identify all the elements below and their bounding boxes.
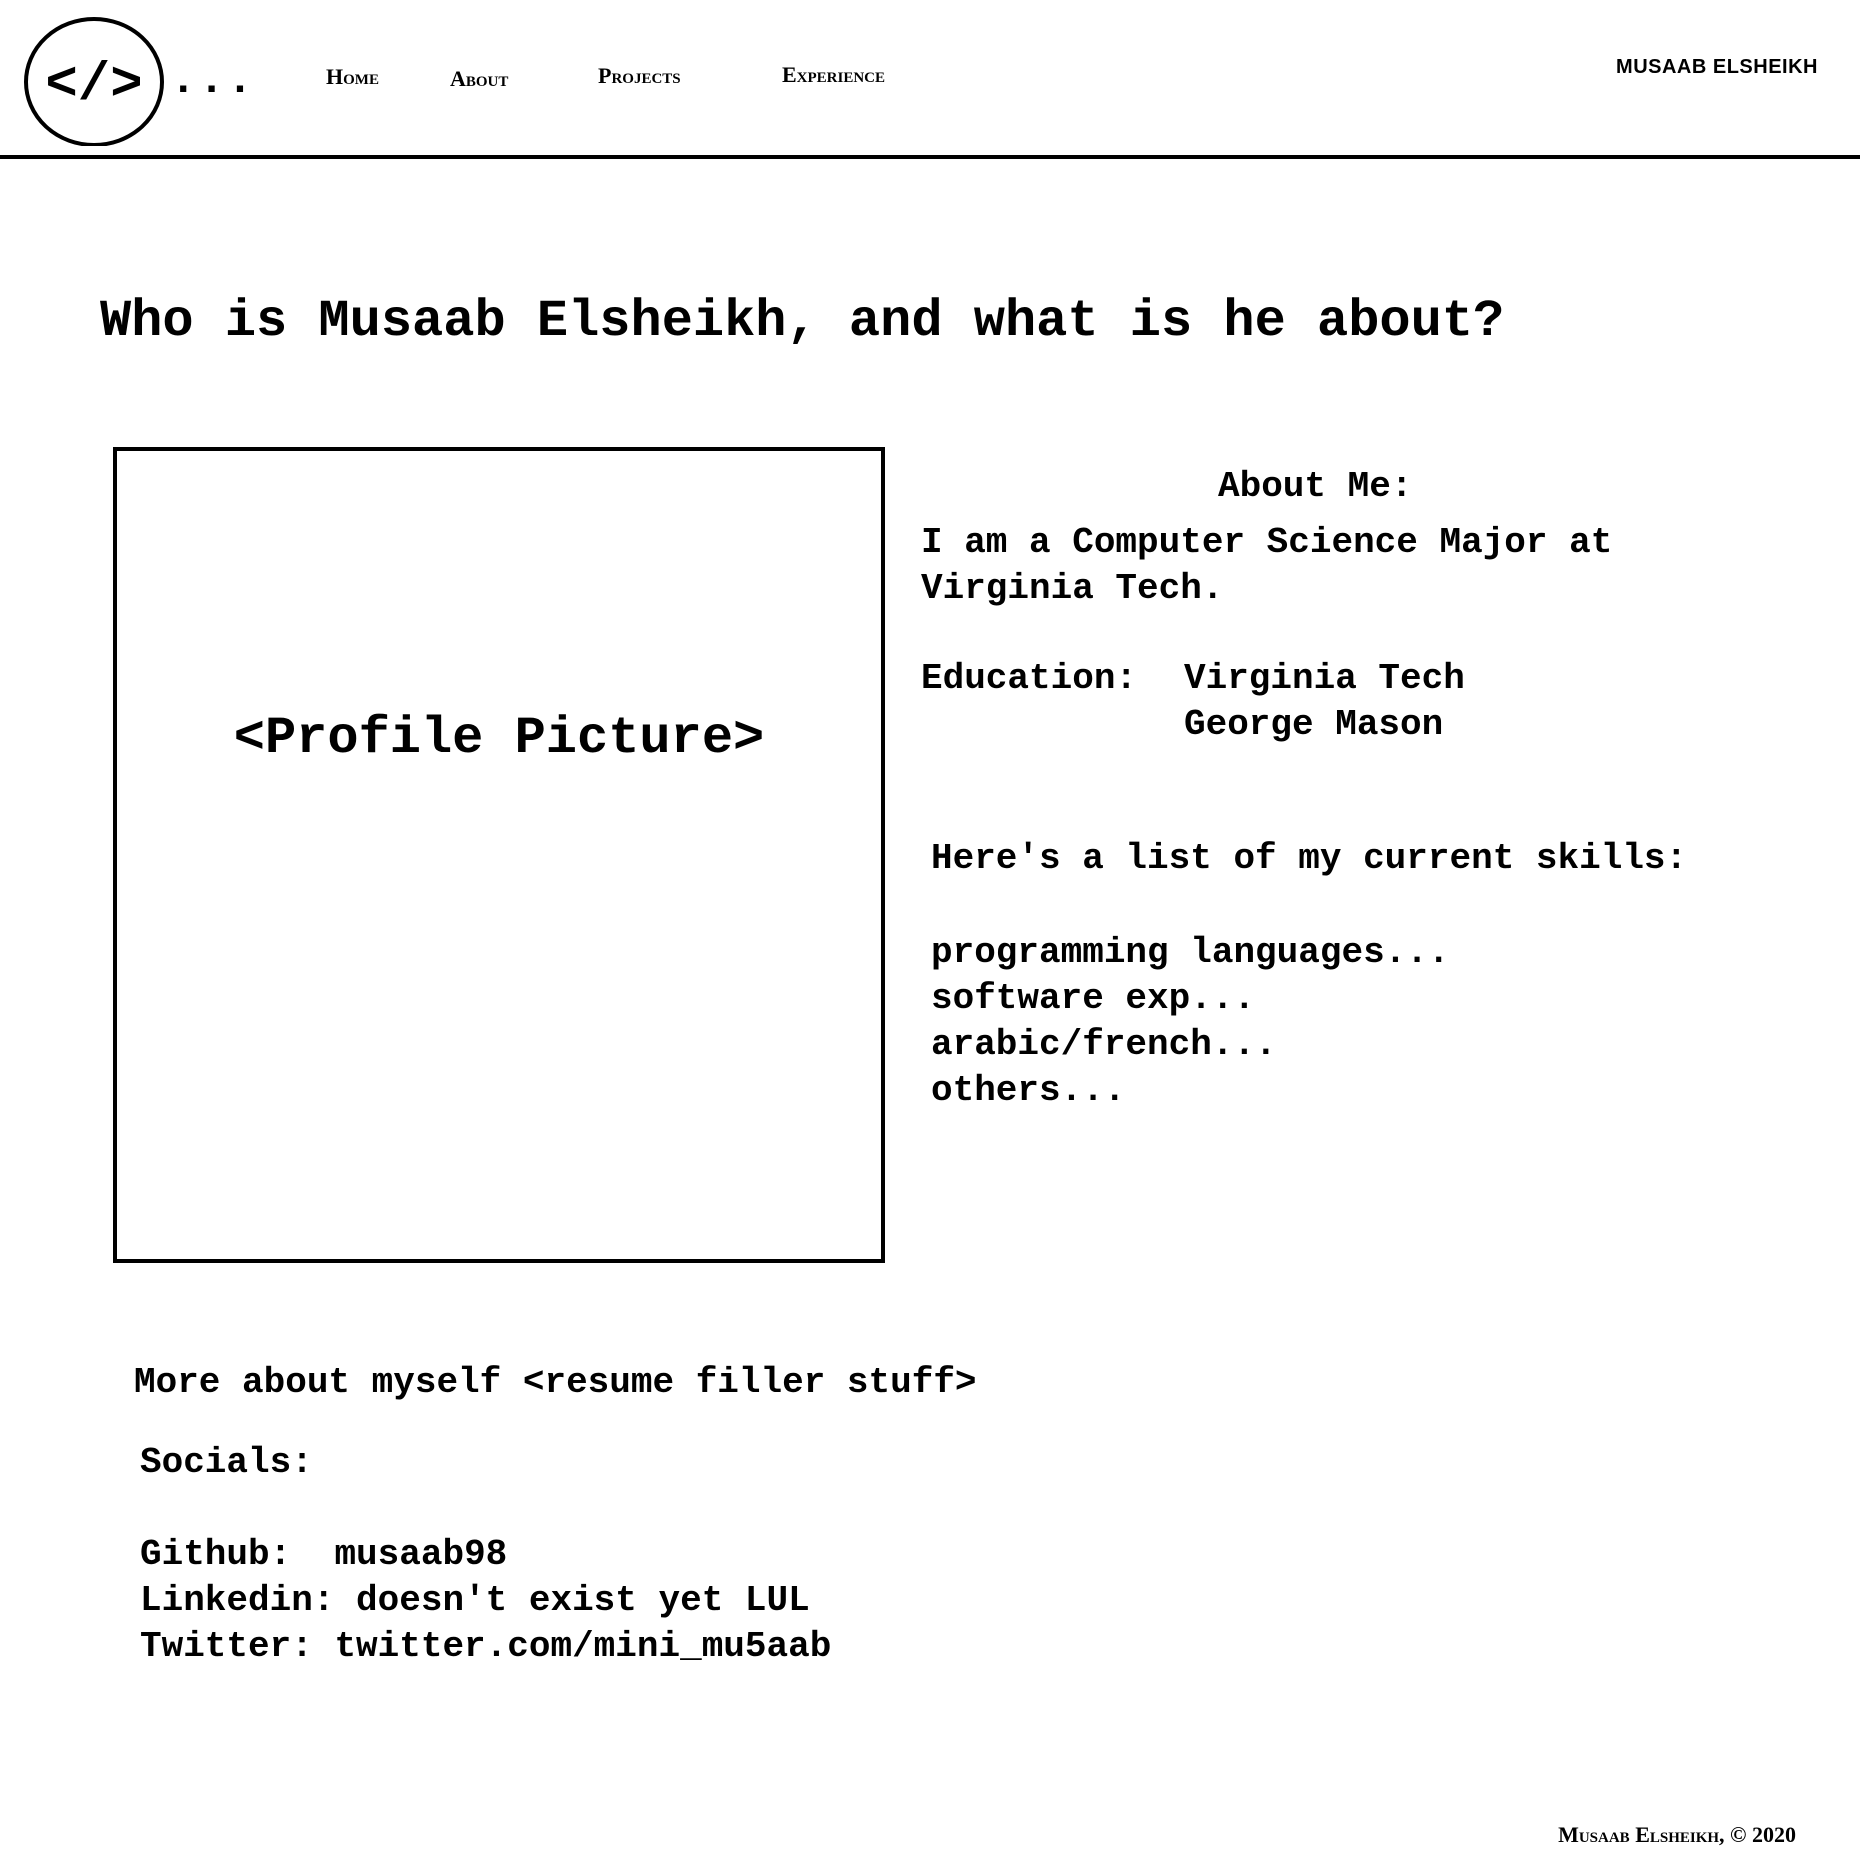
page-title: Who is Musaab Elsheikh, and what is he a… [100,292,1505,351]
social-github: Github: musaab98 [140,1534,507,1575]
social-twitter: Twitter: twitter.com/mini_mu5aab [140,1626,831,1667]
skill-item: programming languages... [931,932,1450,973]
about-text: I am a Computer Science Major at Virgini… [921,520,1612,612]
more-about-text: More about myself <resume filler stuff> [134,1362,977,1403]
skill-item: software exp... [931,978,1256,1019]
skill-item: others... [931,1070,1126,1111]
github-link[interactable]: musaab98 [334,1534,507,1575]
nav-about-link[interactable]: About [450,66,508,92]
profile-picture-label: <Profile Picture> [233,709,765,768]
about-line-1: I am a Computer Science Major at [921,522,1613,563]
header-divider [0,155,1860,159]
social-linkedin: Linkedin: doesn't exist yet LUL [140,1580,810,1621]
education-item: George Mason [1184,704,1444,745]
skill-item: arabic/french... [931,1024,1277,1065]
twitter-link[interactable]: twitter.com/mini_mu5aab [334,1626,831,1667]
skills-list: programming languages... software exp...… [931,930,1449,1114]
linkedin-value: doesn't exist yet LUL [356,1580,810,1621]
brand-name: MUSAAB ELSHEIKH [1616,56,1818,78]
skills-heading: Here's a list of my current skills: [931,838,1688,879]
footer-copyright: Musaab Elsheikh, © 2020 [1558,1822,1796,1847]
logo-code-icon[interactable]: </> [24,16,164,146]
education-item: Virginia Tech [1184,658,1465,699]
nav-home-link[interactable]: Home [326,64,379,90]
logo-dots: ... [170,56,256,106]
header: </> ... Home About Projects Experience M… [0,0,1860,160]
about-line-2: Virginia Tech. [921,568,1224,609]
education-label: Education: [921,658,1138,699]
about-heading: About Me: [1218,466,1413,507]
github-label: Github: [140,1534,292,1575]
profile-picture-placeholder: <Profile Picture> [113,447,885,1263]
twitter-label: Twitter: [140,1626,313,1667]
logo-symbol: </> [45,55,142,116]
socials-heading: Socials: [140,1442,313,1483]
linkedin-label: Linkedin: [140,1580,335,1621]
nav-projects-link[interactable]: Projects [598,63,681,89]
nav-experience-link[interactable]: Experience [782,62,885,88]
